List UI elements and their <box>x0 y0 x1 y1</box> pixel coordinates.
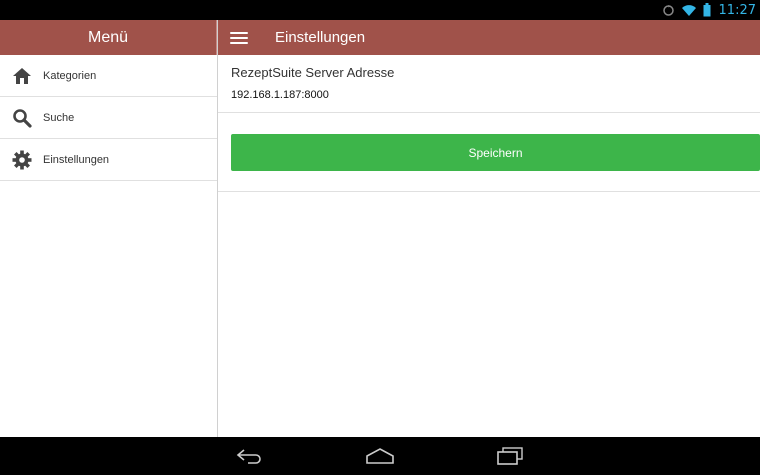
sidebar-item-label: Suche <box>43 111 75 124</box>
page-title: Einstellungen <box>275 29 366 46</box>
status-time: 11:27 <box>718 2 756 18</box>
save-area: Speichern <box>218 113 760 192</box>
main-content: Einstellungen RezeptSuite Server Adresse… <box>218 20 760 437</box>
sidebar-header: Menü <box>0 20 217 55</box>
battery-icon <box>703 3 711 17</box>
sidebar-item-suche[interactable]: Suche <box>0 97 217 139</box>
sidebar-title: Menü <box>87 28 129 46</box>
home-icon <box>12 66 32 86</box>
sidebar-item-label: Einstellungen <box>43 153 110 166</box>
sidebar-item-kategorien[interactable]: Kategorien <box>0 55 217 97</box>
server-address-input[interactable] <box>231 89 731 101</box>
gear-icon <box>12 150 32 170</box>
sidebar-item-label: Kategorien <box>43 69 97 82</box>
app: Menü Kategorien Suche Einstellungen Eins… <box>0 20 760 437</box>
back-icon[interactable] <box>220 437 280 475</box>
sidebar: Menü Kategorien Suche Einstellungen <box>0 20 218 437</box>
server-address-label: RezeptSuite Server Adresse <box>231 65 395 80</box>
home-icon[interactable] <box>350 437 410 475</box>
main-header: Einstellungen <box>218 20 760 55</box>
wifi-icon <box>681 4 697 17</box>
recent-apps-icon[interactable] <box>480 437 540 475</box>
search-icon <box>12 108 32 128</box>
status-bar: 11:27 <box>0 0 760 20</box>
server-address-field: RezeptSuite Server Adresse <box>218 55 760 113</box>
system-nav-bar <box>0 437 760 475</box>
sidebar-item-einstellungen[interactable]: Einstellungen <box>0 139 217 181</box>
sync-icon <box>662 4 675 17</box>
menu-icon[interactable] <box>230 30 248 46</box>
save-button[interactable]: Speichern <box>231 134 760 171</box>
